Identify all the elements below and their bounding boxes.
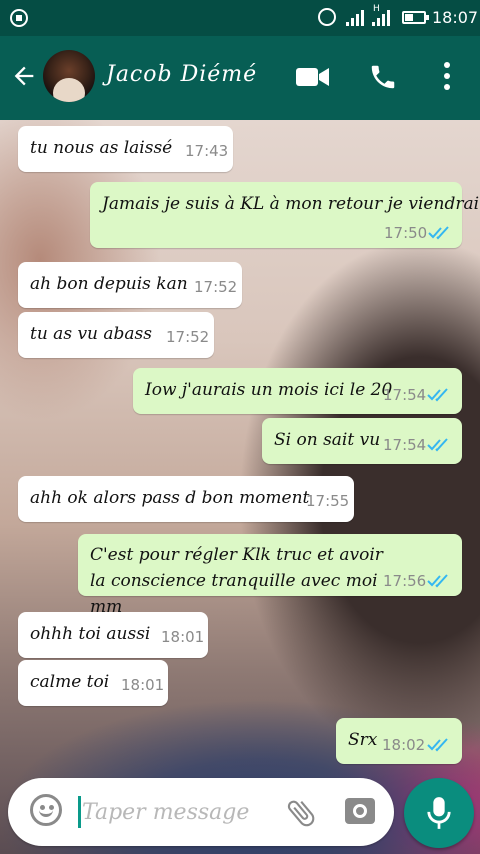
message-time: 17:54 (383, 386, 427, 404)
message-text: ohhh toi aussi (30, 624, 151, 644)
message-text: Srx (348, 730, 378, 750)
battery-icon (402, 11, 429, 24)
message-composer (8, 778, 394, 846)
read-receipt-icon (427, 574, 448, 588)
message-text: Iow j'aurais un mois ici le 20 (145, 380, 393, 400)
message-time: 17:50 (384, 224, 428, 242)
signal-icon (346, 10, 366, 26)
status-bar: H 18:07 (0, 0, 480, 36)
chat-header: Jacob Diémé (0, 36, 480, 120)
message-bubble-incoming[interactable]: tu nous as laissé 17:43 (18, 126, 233, 172)
message-text: ahh ok alors pass d bon moment (30, 488, 310, 508)
alarm-icon (318, 8, 336, 26)
message-text: tu as vu abass (30, 324, 153, 344)
message-time: 18:01 (161, 628, 205, 646)
mic-button[interactable] (404, 778, 474, 848)
signal-icon (372, 10, 392, 26)
message-text: Jamais je suis à KL à mon retour je vien… (102, 194, 480, 214)
app-notification-icon (10, 9, 28, 27)
message-bubble-incoming[interactable]: ah bon depuis kan 17:52 (18, 262, 242, 308)
message-time: 17:56 (383, 572, 427, 590)
message-time: 18:02 (382, 736, 426, 754)
message-time: 17:52 (166, 328, 210, 346)
message-text: C'est pour régler Klk truc et avoir la c… (90, 545, 383, 617)
emoji-icon[interactable] (30, 794, 62, 826)
message-time: 17:52 (194, 278, 238, 296)
message-bubble-incoming[interactable]: calme toi 18:01 (18, 660, 168, 706)
text-cursor (78, 796, 81, 828)
message-bubble-incoming[interactable]: tu as vu abass 17:52 (18, 312, 214, 358)
read-receipt-icon (428, 226, 449, 240)
message-bubble-incoming[interactable]: ohhh toi aussi 18:01 (18, 612, 208, 658)
avatar[interactable] (43, 50, 95, 102)
message-text: Si on sait vu (274, 430, 381, 450)
message-time: 17:55 (306, 492, 350, 510)
message-text: calme toi (30, 672, 110, 692)
message-bubble-outgoing[interactable]: Si on sait vu 17:54 (262, 418, 462, 464)
message-bubble-outgoing[interactable]: Iow j'aurais un mois ici le 20 17:54 (133, 368, 462, 414)
attach-icon[interactable] (284, 796, 318, 830)
read-receipt-icon (427, 438, 448, 452)
message-text: tu nous as laissé (30, 138, 173, 158)
status-time: 18:07 (432, 8, 479, 27)
read-receipt-icon (427, 388, 448, 402)
message-input[interactable] (82, 792, 272, 832)
message-time: 17:54 (383, 436, 427, 454)
message-time: 17:43 (185, 142, 229, 160)
message-bubble-outgoing[interactable]: Srx 18:02 (336, 718, 462, 764)
mic-icon (427, 797, 451, 829)
back-arrow-icon[interactable] (10, 62, 38, 90)
more-options-icon[interactable] (440, 62, 454, 92)
video-call-icon[interactable] (296, 66, 330, 88)
message-bubble-incoming[interactable]: ahh ok alors pass d bon moment 17:55 (18, 476, 354, 522)
message-text: ah bon depuis kan (30, 274, 188, 294)
read-receipt-icon (427, 738, 448, 752)
message-bubble-outgoing[interactable]: Jamais je suis à KL à mon retour je vien… (90, 182, 479, 248)
message-time: 18:01 (121, 676, 165, 694)
phone-icon[interactable] (368, 62, 398, 92)
camera-icon[interactable] (345, 798, 375, 824)
contact-name[interactable]: Jacob Diémé (106, 62, 257, 87)
message-bubble-outgoing[interactable]: C'est pour régler Klk truc et avoir la c… (78, 534, 462, 617)
